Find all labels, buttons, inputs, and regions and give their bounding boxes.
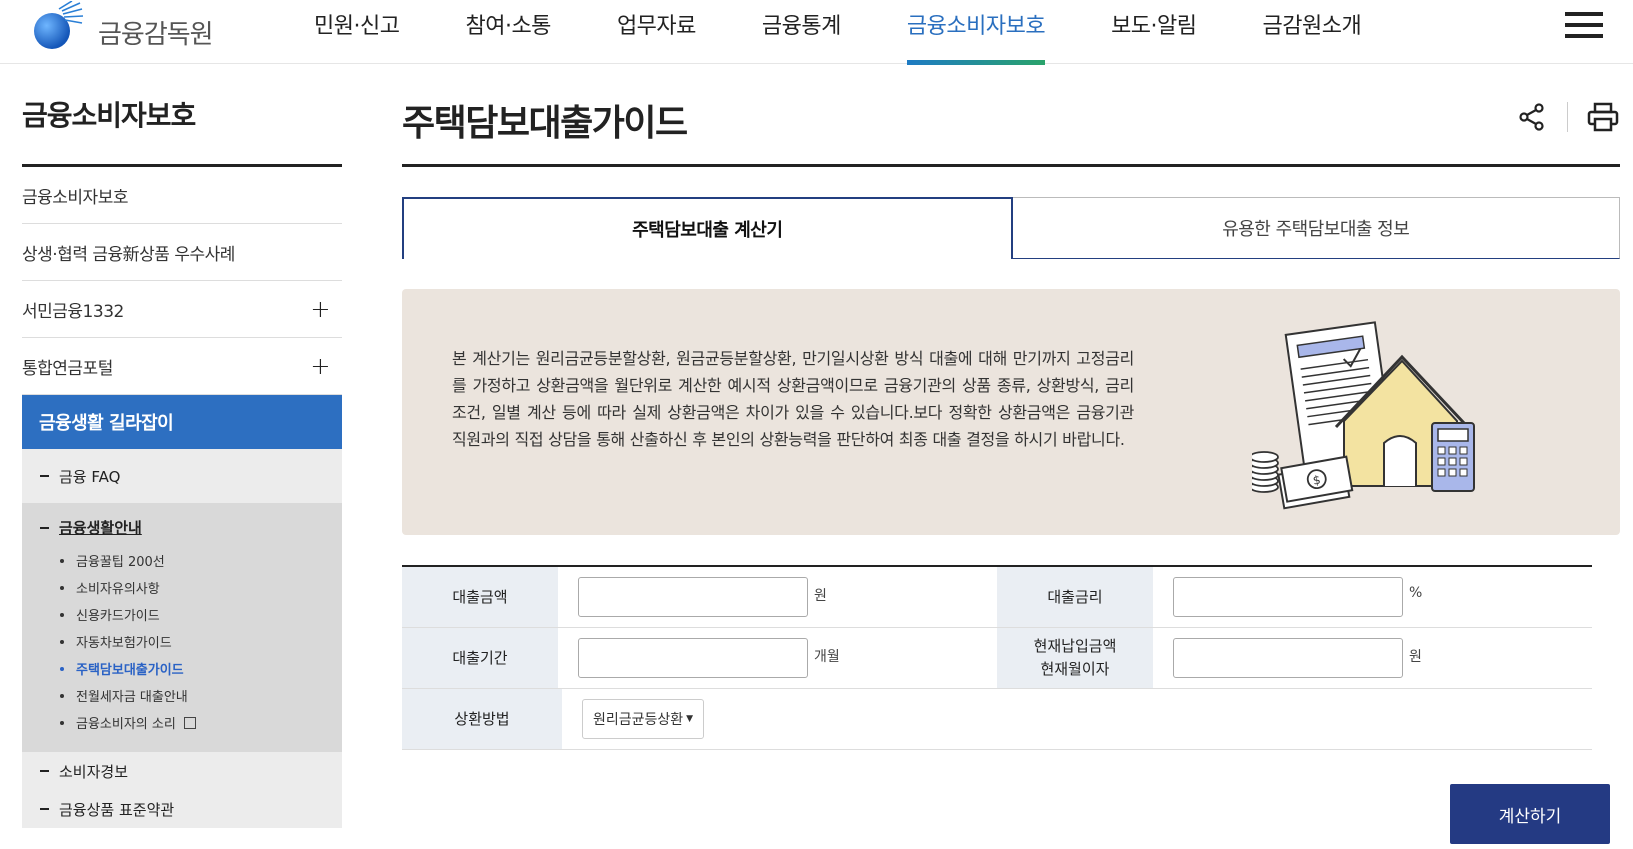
nav-item-about[interactable]: 금감원소개 (1263, 0, 1362, 64)
dash-icon (40, 770, 49, 772)
nav-item-statistics[interactable]: 금융통계 (762, 0, 841, 64)
rate-label: 대출금리 (997, 567, 1153, 627)
logo-mark-icon (32, 0, 84, 53)
sidebar-item-label: 통합연금포털 (22, 358, 113, 379)
title-tools (1515, 100, 1620, 134)
guide-item-rent-loan[interactable]: 전월세자금 대출안내 (60, 682, 342, 709)
loan-amount-unit: 원 (813, 588, 827, 604)
site-header: 금융감독원 민원·신고 참여·소통 업무자료 금융통계 금융소비자보호 보도·알… (0, 0, 1633, 65)
sidebar: 금융소비자보호 금융소비자보호 상생·협력 금융新상품 우수사례 서민금융133… (22, 64, 342, 828)
rate-unit: % (1408, 585, 1423, 601)
period-unit: 개월 (813, 649, 840, 665)
plus-icon[interactable]: + (310, 295, 330, 323)
guide-item-car-insurance[interactable]: 자동차보험가이드 (60, 628, 342, 655)
dash-icon (40, 475, 49, 477)
current-payment-cell: 원 (1153, 628, 1592, 688)
sidebar-item-label: 상생·협력 금융新상품 우수사례 (22, 244, 235, 265)
period-input[interactable] (577, 638, 808, 678)
guide-item-cautions[interactable]: 소비자유의사항 (60, 574, 342, 601)
current-payment-label: 현재납입금액 현재월이자 (997, 628, 1153, 688)
menu-icon[interactable] (1565, 12, 1603, 40)
loan-amount-cell: 원 (558, 567, 997, 627)
nav-item-participation[interactable]: 참여·소통 (465, 0, 551, 64)
current-payment-input[interactable] (1172, 638, 1403, 678)
tab-bar: 주택담보대출 계산기 유용한 주택담보대출 정보 (402, 197, 1620, 259)
tab-calculator[interactable]: 주택담보대출 계산기 (402, 197, 1013, 259)
nav-item-complaints[interactable]: 민원·신고 (314, 0, 400, 64)
guide-item-tips[interactable]: 금융꿀팁 200선 (60, 547, 342, 574)
sidebar-active-section[interactable]: 금융생활 길라잡이 (22, 395, 342, 449)
nav-item-materials[interactable]: 업무자료 (617, 0, 696, 64)
sidebar-sub-faq[interactable]: 금융 FAQ (22, 449, 342, 503)
plus-icon[interactable]: + (310, 352, 330, 380)
guide-list: 금융꿀팁 200선 소비자유의사항 신용카드가이드 자동차보험가이드 주택담보대… (40, 547, 342, 736)
sidebar-item-pension[interactable]: 통합연금포털 + (22, 338, 342, 395)
guide-item-consumer-voice[interactable]: 금융소비자의 소리 (60, 709, 342, 736)
method-label: 상환방법 (402, 689, 562, 749)
global-nav: 민원·신고 참여·소통 업무자료 금융통계 금융소비자보호 보도·알림 금감원소… (314, 0, 1362, 65)
site-logo[interactable]: 금융감독원 (32, 0, 214, 53)
info-box: 본 계산기는 원리금균등분할상환, 원금균등분할상환, 만기일시상환 방식 대출… (402, 289, 1620, 535)
sidebar-title: 금융소비자보호 (22, 64, 342, 167)
sidebar-sub-label: 금융 FAQ (59, 467, 121, 486)
tab-mortgage-info[interactable]: 유용한 주택담보대출 정보 (1012, 197, 1620, 259)
tool-divider (1567, 102, 1568, 132)
nav-item-press[interactable]: 보도·알림 (1111, 0, 1197, 64)
sidebar-item-label: 서민금융1332 (22, 301, 124, 322)
dash-icon (40, 808, 49, 810)
form-row: 대출기간 개월 현재납입금액 현재월이자 원 (402, 628, 1592, 689)
page-title: 주택담보대출가이드 (402, 103, 688, 144)
info-text: 본 계산기는 원리금균등분할상환, 원금균등분할상환, 만기일시상환 방식 대출… (452, 349, 1134, 449)
loan-amount-input[interactable] (577, 577, 808, 617)
calculator-form: 대출금액 원 대출금리 % 대출기간 개월 현재납입금액 현재월이자 원 상환방… (402, 565, 1592, 750)
main-content: 주택담보대출가이드 주택담보대출 계산기 유용한 주택담보대출 정보 본 계산기… (402, 64, 1620, 844)
sidebar-item-consumer-protection[interactable]: 금융소비자보호 (22, 167, 342, 224)
rate-input[interactable] (1172, 577, 1403, 617)
form-row: 상환방법 원리금균등상환 ▼ (402, 689, 1592, 750)
method-cell: 원리금균등상환 ▼ (562, 689, 1592, 749)
loan-amount-label: 대출금액 (402, 567, 558, 627)
sidebar-item-cooperation[interactable]: 상생·협력 금융新상품 우수사례 (22, 224, 342, 281)
share-icon[interactable] (1515, 100, 1549, 134)
nav-item-consumer-protection[interactable]: 금융소비자보호 (906, 0, 1046, 65)
period-cell: 개월 (558, 628, 997, 688)
period-label: 대출기간 (402, 628, 558, 688)
guide-item-mortgage[interactable]: 주택담보대출가이드 (60, 655, 342, 682)
rate-cell: % (1153, 567, 1592, 627)
page-title-bar: 주택담보대출가이드 (402, 64, 1620, 167)
calculate-button[interactable]: 계산하기 (1450, 784, 1610, 844)
sidebar-item-label: 금융소비자보호 (22, 187, 128, 208)
form-row: 대출금액 원 대출금리 % (402, 567, 1592, 628)
external-link-icon (183, 716, 196, 729)
sidebar-item-1332[interactable]: 서민금융1332 + (22, 281, 342, 338)
current-payment-unit: 원 (1408, 649, 1422, 665)
print-icon[interactable] (1586, 100, 1620, 134)
guide-item-credit-card[interactable]: 신용카드가이드 (60, 601, 342, 628)
sidebar-sub-alert[interactable]: 소비자경보 (22, 752, 342, 790)
sidebar-group-title[interactable]: 금융생활안내 (40, 517, 342, 538)
caret-down-icon: ▼ (686, 714, 694, 724)
dash-icon (40, 526, 49, 529)
sidebar-sub-terms[interactable]: 금융상품 표준약관 (22, 790, 342, 828)
repayment-method-select[interactable]: 원리금균등상환 ▼ (582, 699, 705, 739)
sidebar-group-guide: 금융생활안내 금융꿀팁 200선 소비자유의사항 신용카드가이드 자동차보험가이… (22, 503, 342, 752)
logo-text: 금융감독원 (98, 19, 214, 50)
mortgage-illustration-icon: $ (1252, 321, 1475, 510)
